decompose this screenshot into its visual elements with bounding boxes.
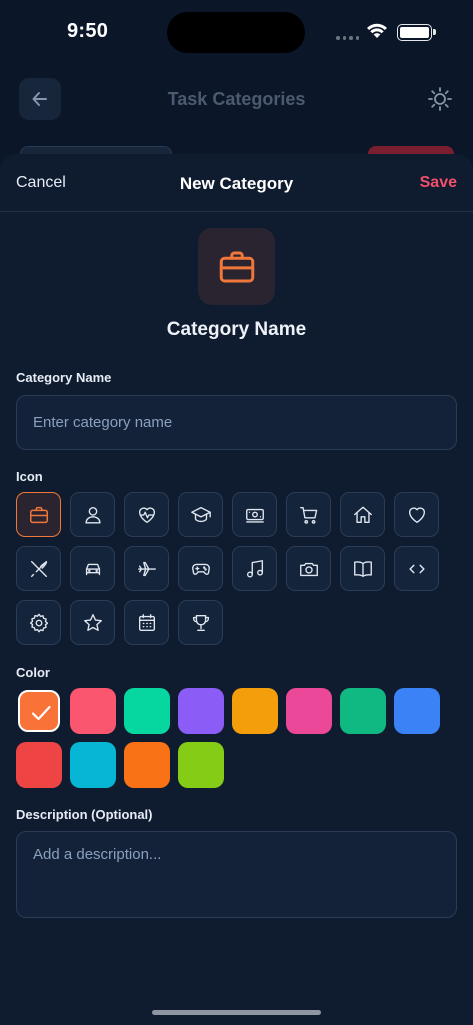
- car-icon: [85, 563, 100, 575]
- icon-option-home[interactable]: [340, 492, 385, 537]
- plane-icon: [137, 561, 156, 576]
- description-input[interactable]: [16, 831, 457, 918]
- save-button[interactable]: Save: [420, 174, 457, 192]
- color-swatch[interactable]: [394, 688, 440, 734]
- color-swatch[interactable]: [16, 742, 62, 788]
- icon-option-heart-pulse[interactable]: [124, 492, 169, 537]
- code-icon: [408, 564, 425, 573]
- color-swatch[interactable]: [70, 688, 116, 734]
- category-preview: [198, 228, 275, 305]
- icon-option-music[interactable]: [232, 546, 277, 591]
- sheet-header: Cancel New Category Save: [0, 154, 473, 212]
- gamepad-icon: [191, 563, 210, 575]
- icon-option-graduation-cap[interactable]: [178, 492, 223, 537]
- icon-option-gear[interactable]: [16, 600, 61, 645]
- icon-option-trophy[interactable]: [178, 600, 223, 645]
- color-swatch[interactable]: [232, 688, 278, 734]
- person-icon: [84, 506, 101, 523]
- icon-option-calendar[interactable]: [124, 600, 169, 645]
- icon-option-star[interactable]: [70, 600, 115, 645]
- graduation-cap-icon: [190, 506, 211, 522]
- icon-option-camera[interactable]: [286, 546, 331, 591]
- icon-option-code[interactable]: [394, 546, 439, 591]
- dynamic-island: [167, 12, 305, 53]
- home-indicator: [152, 1010, 321, 1015]
- star-icon: [83, 613, 102, 631]
- heart-pulse-icon: [138, 506, 155, 523]
- checkmark-icon: [31, 705, 51, 721]
- icon-option-book[interactable]: [340, 546, 385, 591]
- screen: 9:50 Task Categories Cancel New Category…: [0, 0, 473, 1025]
- color-swatch[interactable]: [286, 688, 332, 734]
- status-time: 9:50: [67, 20, 109, 42]
- color-label: Color: [16, 665, 50, 680]
- gear-icon: [29, 613, 48, 632]
- new-category-sheet: Cancel New Category Save Category Name C…: [0, 154, 473, 1025]
- sheet-title: New Category: [179, 174, 294, 193]
- preview-name: Category Name: [166, 319, 307, 340]
- background-page-title: Task Categories: [167, 89, 306, 109]
- camera-icon: [299, 562, 318, 576]
- color-swatch[interactable]: [124, 742, 170, 788]
- color-swatch[interactable]: [178, 688, 224, 734]
- color-swatch[interactable]: [340, 688, 386, 734]
- cellular-signal-icon: [336, 36, 359, 40]
- battery-icon: [397, 24, 436, 41]
- utensils-icon: [30, 560, 47, 577]
- calendar-icon: [138, 613, 155, 631]
- icon-option-money[interactable]: [232, 492, 277, 537]
- color-swatch[interactable]: [178, 742, 224, 788]
- icon-option-plane[interactable]: [124, 546, 169, 591]
- trophy-icon: [192, 614, 209, 631]
- background-header: Task Categories: [0, 70, 473, 130]
- status-bar: 9:50: [0, 0, 473, 62]
- shopping-cart-icon: [299, 506, 317, 524]
- icon-option-cart[interactable]: [286, 492, 331, 537]
- color-swatch[interactable]: [70, 742, 116, 788]
- icon-option-car[interactable]: [70, 546, 115, 591]
- sun-icon[interactable]: [427, 86, 453, 112]
- category-name-input[interactable]: [16, 395, 457, 450]
- money-icon: [245, 508, 264, 523]
- icon-option-gamepad[interactable]: [178, 546, 223, 591]
- color-swatch[interactable]: [18, 690, 60, 732]
- book-icon: [353, 560, 372, 577]
- wifi-icon: [367, 23, 387, 38]
- heart-icon: [408, 506, 425, 523]
- icon-label: Icon: [16, 469, 43, 484]
- music-icon: [246, 559, 263, 577]
- cancel-button[interactable]: Cancel: [16, 174, 66, 192]
- description-label: Description (Optional): [16, 807, 153, 822]
- icon-option-person[interactable]: [70, 492, 115, 537]
- home-icon: [353, 506, 372, 523]
- icon-option-heart[interactable]: [394, 492, 439, 537]
- color-swatch[interactable]: [124, 688, 170, 734]
- category-name-label: Category Name: [16, 370, 112, 385]
- briefcase-icon: [219, 251, 254, 282]
- briefcase-icon: [29, 506, 48, 523]
- icon-option-briefcase[interactable]: [16, 492, 61, 537]
- icon-option-utensils[interactable]: [16, 546, 61, 591]
